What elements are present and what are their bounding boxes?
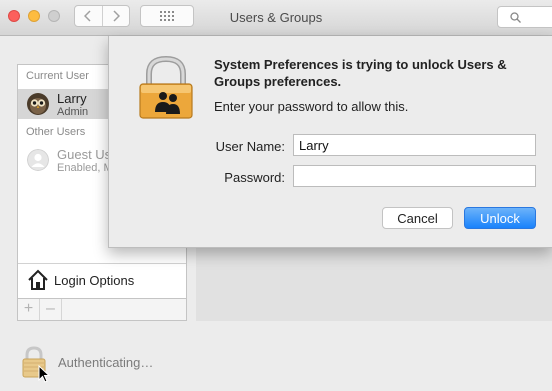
- window-title: Users & Groups: [229, 10, 323, 25]
- password-label: Password:: [224, 170, 285, 185]
- login-options-label: Login Options: [54, 273, 135, 288]
- owl-avatar-icon: [27, 93, 49, 115]
- add-remove-bar: + –: [17, 299, 187, 321]
- padlock-users-icon: [139, 56, 193, 119]
- dialog-title: System Preferences is trying to unlock U…: [214, 57, 507, 89]
- status-text: Authenticating…: [58, 355, 154, 370]
- remove-user-button[interactable]: –: [40, 299, 62, 320]
- unlock-button[interactable]: Unlock: [464, 207, 536, 229]
- current-user-header: Current User: [26, 70, 89, 82]
- search-icon: [510, 12, 521, 23]
- authentication-dialog: System Preferences is trying to unlock U…: [108, 36, 552, 248]
- search-field[interactable]: [497, 6, 552, 28]
- password-field[interactable]: [293, 165, 536, 187]
- user-role: Admin: [57, 106, 89, 118]
- title-bar: Users & Groups: [0, 0, 552, 36]
- login-options-item[interactable]: Login Options: [18, 263, 186, 298]
- other-users-header: Other Users: [26, 126, 86, 138]
- user-silhouette-icon: [27, 149, 49, 171]
- username-label: User Name:: [215, 139, 285, 154]
- username-field[interactable]: [293, 134, 536, 156]
- user-name: Larry: [57, 91, 87, 106]
- add-user-button[interactable]: +: [18, 299, 40, 320]
- house-icon: [28, 269, 48, 290]
- dialog-message: Enter your password to allow this.: [214, 99, 409, 114]
- user-details-panel: [196, 248, 552, 321]
- mouse-pointer-icon: [38, 365, 50, 383]
- cancel-button[interactable]: Cancel: [382, 207, 453, 229]
